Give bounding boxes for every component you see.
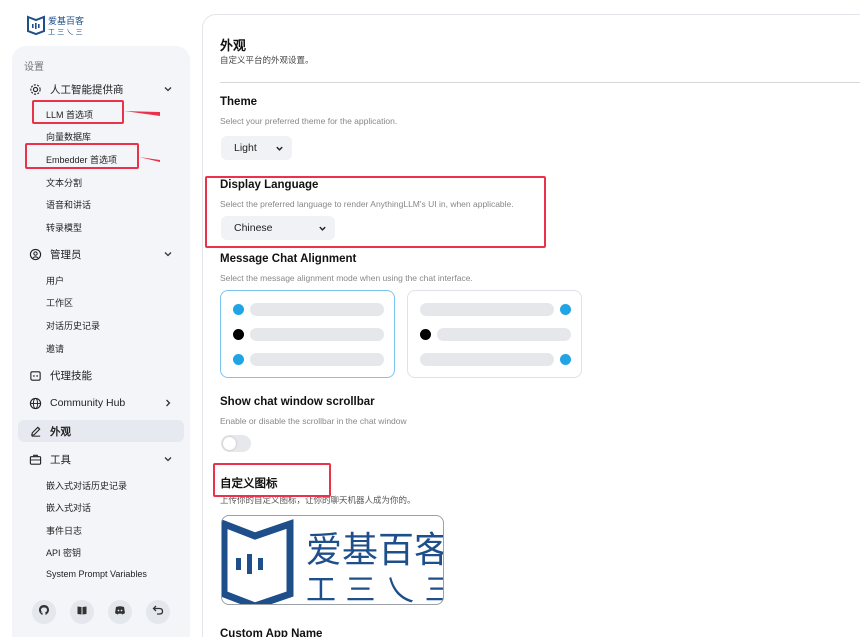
chat-bubble-placeholder: [437, 328, 571, 341]
chevron-down-icon[interactable]: [162, 83, 174, 95]
sidebar-item-community-hub[interactable]: Community Hub: [18, 392, 184, 414]
sidebar-subitem-embed-chat-history[interactable]: 嵌入式对话历史记录: [46, 479, 127, 492]
pen-icon: [28, 424, 42, 438]
scrollbar-desc: Enable or disable the scrollbar in the c…: [220, 416, 407, 426]
sidebar-item-label: 代理技能: [50, 369, 92, 382]
discord-button[interactable]: [108, 600, 132, 624]
chat-bubble-placeholder: [250, 328, 384, 341]
brand-logo-preview: 爱基百客 工 三 乀 三: [222, 519, 444, 605]
svg-text:工 三 乀 三: 工 三 乀 三: [306, 573, 444, 605]
sidebar-item-admin[interactable]: 管理员: [18, 243, 184, 265]
sidebar-subitem-invites[interactable]: 邀请: [46, 342, 64, 355]
chat-dot: [233, 354, 244, 365]
sidebar-subitem-system-prompt-vars[interactable]: System Prompt Variables: [46, 569, 147, 579]
chevron-down-icon[interactable]: [162, 453, 174, 465]
svg-text:爱基百客: 爱基百客: [306, 530, 444, 571]
chat-bubble-placeholder: [250, 353, 384, 366]
app-name-title: Custom App Name: [220, 628, 323, 637]
sidebar-item-label: 管理员: [50, 248, 82, 261]
chat-bubble-placeholder: [250, 303, 384, 316]
svg-text:爱基百客: 爱基百客: [48, 15, 84, 27]
github-icon: [38, 603, 50, 621]
book-icon: [76, 603, 88, 621]
sidebar-subitem-voice[interactable]: 语音和讲话: [46, 198, 91, 211]
sidebar-subitem-api-keys[interactable]: API 密钥: [46, 546, 81, 559]
sidebar-item-appearance[interactable]: 外观: [18, 420, 184, 442]
annotation-arrows: [124, 111, 160, 162]
sidebar-item-tools[interactable]: 工具: [18, 448, 184, 470]
chat-bubble-placeholder: [420, 353, 554, 366]
alignment-title: Message Chat Alignment: [220, 253, 357, 265]
admin-icon: [28, 247, 42, 261]
theme-select[interactable]: Light: [221, 136, 292, 160]
sidebar-item-label: 工具: [50, 453, 71, 466]
annotation-box: [25, 143, 139, 169]
chat-dot: [233, 304, 244, 315]
undo-icon: [152, 603, 164, 621]
chevron-down-icon: [275, 144, 284, 153]
theme-title: Theme: [220, 96, 258, 108]
chat-dot: [560, 354, 571, 365]
briefcase-icon: [28, 452, 42, 466]
divider: [220, 82, 860, 83]
sidebar-item-label: Community Hub: [50, 397, 126, 409]
theme-select-value: Light: [234, 142, 257, 154]
alignment-option-mixed[interactable]: [407, 290, 582, 378]
sidebar-subitem-users[interactable]: 用户: [46, 274, 64, 287]
sidebar-subitem-vector-db[interactable]: 向量数据库: [46, 130, 91, 143]
github-button[interactable]: [32, 600, 56, 624]
chat-dot: [560, 304, 571, 315]
page-title: 外观: [220, 38, 247, 53]
sidebar-section-title: 设置: [24, 62, 44, 73]
sidebar-subitem-workspaces[interactable]: 工作区: [46, 296, 73, 309]
chevron-down-icon[interactable]: [162, 248, 174, 260]
gear-icon: [28, 82, 42, 96]
scrollbar-toggle[interactable]: [221, 435, 251, 452]
chevron-right-icon[interactable]: [162, 397, 174, 409]
annotation-box: [32, 100, 124, 124]
sidebar-item-label: 人工智能提供商: [50, 83, 124, 96]
discord-icon: [114, 603, 126, 621]
alignment-option-left[interactable]: [220, 290, 395, 378]
sidebar-footer: [32, 600, 170, 624]
sidebar-subitem-transcription[interactable]: 转录模型: [46, 221, 82, 234]
sidebar-subitem-chat-history[interactable]: 对话历史记录: [46, 319, 100, 332]
sidebar-subitem-embed-chat[interactable]: 嵌入式对话: [46, 501, 91, 514]
annotation-box: [205, 176, 546, 248]
svg-text:工 三 乀 三: 工 三 乀 三: [48, 28, 83, 36]
chat-bubble-placeholder: [420, 303, 554, 316]
annotation-box: [213, 463, 331, 497]
scrollbar-title: Show chat window scrollbar: [220, 396, 375, 408]
chat-dot: [420, 329, 431, 340]
globe-icon: [28, 396, 42, 410]
sidebar-item-label: 外观: [50, 425, 71, 438]
back-button[interactable]: [146, 600, 170, 624]
custom-logo-upload[interactable]: 爱基百客 工 三 乀 三: [221, 515, 444, 605]
agent-icon: [28, 368, 42, 382]
sidebar-subitem-event-logs[interactable]: 事件日志: [46, 524, 82, 537]
page-subtitle: 自定义平台的外观设置。: [220, 55, 314, 65]
chat-dot: [233, 329, 244, 340]
docs-button[interactable]: [70, 600, 94, 624]
alignment-desc: Select the message alignment mode when u…: [220, 273, 473, 283]
sidebar-subitem-text-split[interactable]: 文本分割: [46, 176, 82, 189]
sidebar-item-ai-providers[interactable]: 人工智能提供商: [18, 78, 184, 100]
theme-desc: Select your preferred theme for the appl…: [220, 116, 398, 126]
toggle-knob: [223, 437, 236, 450]
app-logo: 爱基百客 工 三 乀 三: [26, 12, 86, 36]
sidebar-item-agent-skills[interactable]: 代理技能: [18, 364, 184, 386]
